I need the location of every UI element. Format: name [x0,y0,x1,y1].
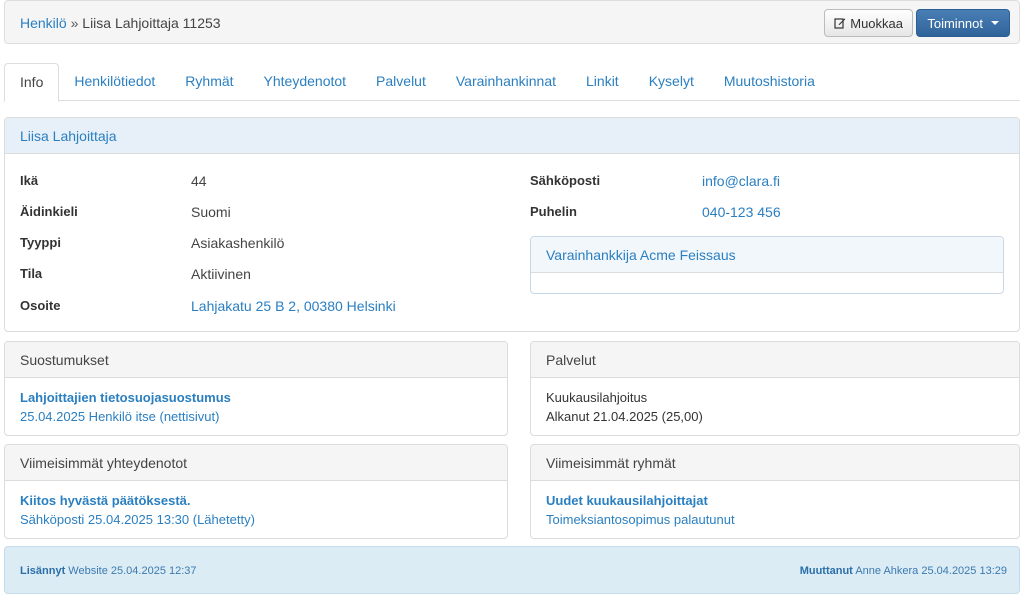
phone-link[interactable]: 040-123 456 [702,204,781,220]
type-label: Tyyppi [20,235,61,250]
person-panel: Liisa Lahjoittaja Ikä 44 Äidinkieli Suom… [4,117,1020,332]
modified-value: Anne Ahkera 25.04.2025 13:29 [855,565,1007,577]
status-value: Aktiivinen [191,266,251,282]
consent-detail-link[interactable]: 25.04.2025 Henkilö itse (nettisivut) [20,409,219,424]
tab-kyselyt[interactable]: Kyselyt [634,63,709,101]
tab-bar: Info Henkilötiedot Ryhmät Yhteydenotot P… [4,63,1020,102]
recent-contacts-panel: Viimeisimmät yhteydenotot Kiitos hyvästä… [4,444,508,539]
added-label: Lisännyt [20,565,66,577]
consent-item: Lahjoittajien tietosuojasuostumus 25.04.… [5,378,507,435]
breadcrumb: Henkilö » Liisa Lahjoittaja 11253 [20,15,221,31]
status-label: Tila [20,266,43,281]
edit-button[interactable]: Muokkaa [824,9,913,37]
tab-ryhmat[interactable]: Ryhmät [170,63,248,101]
language-label: Äidinkieli [20,204,78,219]
group-item: Uudet kuukausilahjoittajat Toimeksiantos… [531,481,1019,538]
recent-groups-panel: Viimeisimmät ryhmät Uudet kuukausilahjoi… [530,444,1020,539]
tab-muutoshistoria[interactable]: Muutoshistoria [709,63,830,101]
breadcrumb-separator: » [70,15,79,31]
contact-title-link[interactable]: Kiitos hyvästä päätöksestä. [20,493,191,508]
group-title-link[interactable]: Uudet kuukausilahjoittajat [546,493,708,508]
top-bar: Henkilö » Liisa Lahjoittaja 11253 Muokka… [4,0,1020,44]
record-info-footer: Lisännyt Website 25.04.2025 12:37 Muutta… [4,546,1020,594]
tab-palvelut[interactable]: Palvelut [361,63,441,101]
breadcrumb-parent-link[interactable]: Henkilö [20,15,67,31]
email-link[interactable]: info@clara.fi [702,173,780,189]
service-detail: Alkanut 21.04.2025 (25,00) [546,409,703,424]
email-label: Sähköposti [530,173,601,188]
modified-label: Muuttanut [799,565,853,577]
age-value: 44 [191,173,207,189]
contact-detail-link[interactable]: Sähköposti 25.04.2025 13:30 (Lähetetty) [20,512,255,527]
fundraiser-panel: Varainhankkija Acme Feissaus [530,236,1004,294]
recent-groups-heading: Viimeisimmät ryhmät [531,445,1019,481]
service-item: Kuukausilahjoitus Alkanut 21.04.2025 (25… [531,378,1019,435]
recent-contacts-heading: Viimeisimmät yhteydenotot [5,445,507,481]
age-label: Ikä [20,173,39,188]
fundraiser-heading: Varainhankkija Acme Feissaus [531,237,1003,273]
phone-label: Puhelin [530,204,577,219]
edit-button-label: Muokkaa [850,15,903,31]
tab-varainhankinnat[interactable]: Varainhankinnat [441,63,571,101]
added-value: Website 25.04.2025 12:37 [68,565,197,577]
service-name: Kuukausilahjoitus [546,390,648,405]
actions-button-label: Toiminnot [927,15,983,31]
address-link[interactable]: Lahjakatu 25 B 2, 00380 Helsinki [191,298,396,314]
consent-title-link[interactable]: Lahjoittajien tietosuojasuostumus [20,390,231,405]
address-label: Osoite [20,298,61,313]
caret-down-icon [991,21,999,25]
services-panel: Palvelut Kuukausilahjoitus Alkanut 21.04… [530,341,1020,436]
added-info: Lisännyt Website 25.04.2025 12:37 [20,565,197,577]
group-detail-link[interactable]: Toimeksiantosopimus palautunut [546,512,735,527]
person-name-heading: Liisa Lahjoittaja [5,118,1019,154]
contact-item: Kiitos hyvästä päätöksestä. Sähköposti 2… [5,481,507,538]
services-heading: Palvelut [531,342,1019,378]
modified-info: Muuttanut Anne Ahkera 25.04.2025 13:29 [800,565,1007,577]
edit-icon [834,18,846,29]
tab-henkilotiedot[interactable]: Henkilötiedot [59,63,170,101]
consents-panel: Suostumukset Lahjoittajien tietosuojasuo… [4,341,508,436]
language-value: Suomi [191,204,231,220]
consents-heading: Suostumukset [5,342,507,378]
type-value: Asiakashenkilö [191,235,285,251]
breadcrumb-current: Liisa Lahjoittaja 11253 [82,15,221,31]
tab-yhteydenotot[interactable]: Yhteydenotot [249,63,362,101]
tab-linkit[interactable]: Linkit [571,63,634,101]
actions-dropdown-button[interactable]: Toiminnot [916,9,1010,37]
tab-info[interactable]: Info [4,63,60,102]
